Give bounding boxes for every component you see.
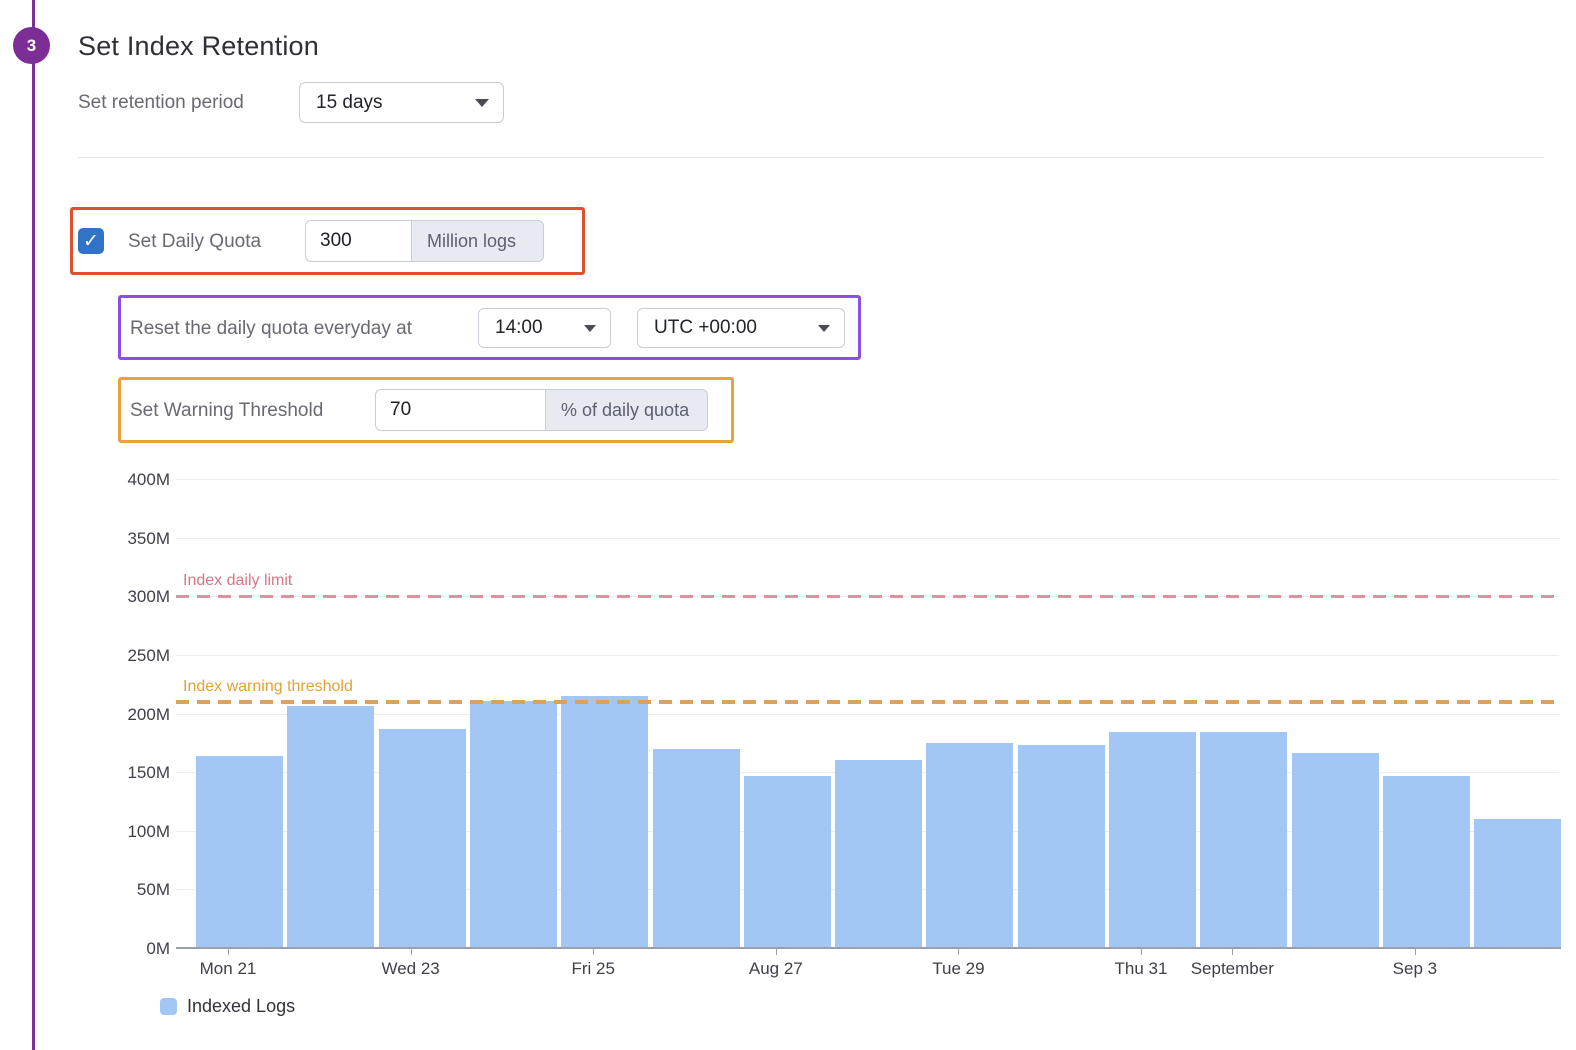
y-axis-label: 350M — [127, 528, 170, 548]
bar-sep-3 — [1382, 775, 1470, 948]
legend-label: Indexed Logs — [187, 996, 296, 1016]
step-number-badge: 3 — [13, 27, 50, 64]
indexed-logs-chart: 400M 350M 300M 250M 200M 150M 100M 50M 0M Mon 21 W… — [0, 0, 1576, 1050]
x-axis-line — [176, 947, 1561, 949]
bar-aug-28 — [835, 760, 923, 948]
bar-aug-31 — [1109, 732, 1196, 948]
bar-aug-25 — [561, 695, 649, 948]
bar-aug-27 — [743, 775, 831, 948]
x-axis-label: September — [1190, 959, 1274, 978]
y-axis-label: 100M — [127, 821, 170, 841]
x-axis-tick — [958, 949, 960, 955]
bar-aug-22 — [287, 706, 375, 948]
bar-aug-26 — [652, 748, 740, 948]
bar-sep-2 — [1291, 753, 1379, 948]
y-axis-label: 250M — [127, 645, 170, 665]
gridline — [176, 654, 1559, 656]
gridline — [176, 537, 1559, 539]
bar-aug-30 — [1017, 745, 1105, 948]
x-axis-tick — [1232, 949, 1234, 955]
y-axis-label: 50M — [136, 880, 170, 900]
bar-sep-1 — [1200, 732, 1288, 948]
x-axis-tick — [1414, 949, 1416, 955]
x-axis-tick — [593, 949, 595, 955]
x-axis-tick — [1141, 949, 1142, 955]
x-axis-tick — [775, 949, 777, 955]
gridline — [176, 479, 1559, 480]
set-index-retention-panel: 3 Set Index Retention Set retention peri… — [0, 0, 1576, 1050]
index-warning-threshold-label: Index warning threshold — [183, 677, 353, 695]
x-axis-label: Mon 21 — [199, 959, 257, 978]
x-axis-label: Aug 27 — [748, 959, 803, 978]
x-axis-tick — [410, 949, 412, 955]
bar-aug-29 — [926, 742, 1014, 948]
x-axis-label: Wed 23 — [381, 959, 440, 978]
y-axis-label: 200M — [127, 704, 170, 724]
x-axis-label: Tue 29 — [932, 959, 985, 978]
bar-aug-23 — [378, 728, 466, 948]
legend-item-indexed-logs[interactable]: Indexed Logs — [160, 996, 295, 1017]
y-axis-label: 0M — [146, 939, 170, 958]
y-axis-label: 300M — [127, 587, 170, 607]
index-warning-threshold-line — [176, 699, 1559, 704]
bar-aug-21 — [196, 755, 283, 948]
x-axis-label: Sep 3 — [1392, 959, 1438, 978]
x-axis-tick — [228, 949, 229, 955]
indexed-logs-swatch-icon — [160, 998, 177, 1015]
bar-aug-24 — [469, 700, 557, 948]
index-daily-limit-line — [176, 594, 1559, 598]
x-axis-label: Fri 25 — [571, 959, 615, 978]
y-axis-label: 400M — [127, 470, 170, 489]
y-axis-label: 150M — [127, 763, 170, 783]
gridline — [176, 713, 1559, 715]
index-daily-limit-label: Index daily limit — [183, 572, 293, 590]
x-axis-label: Thu 31 — [1114, 959, 1168, 978]
bar-sep-4 — [1474, 819, 1561, 948]
